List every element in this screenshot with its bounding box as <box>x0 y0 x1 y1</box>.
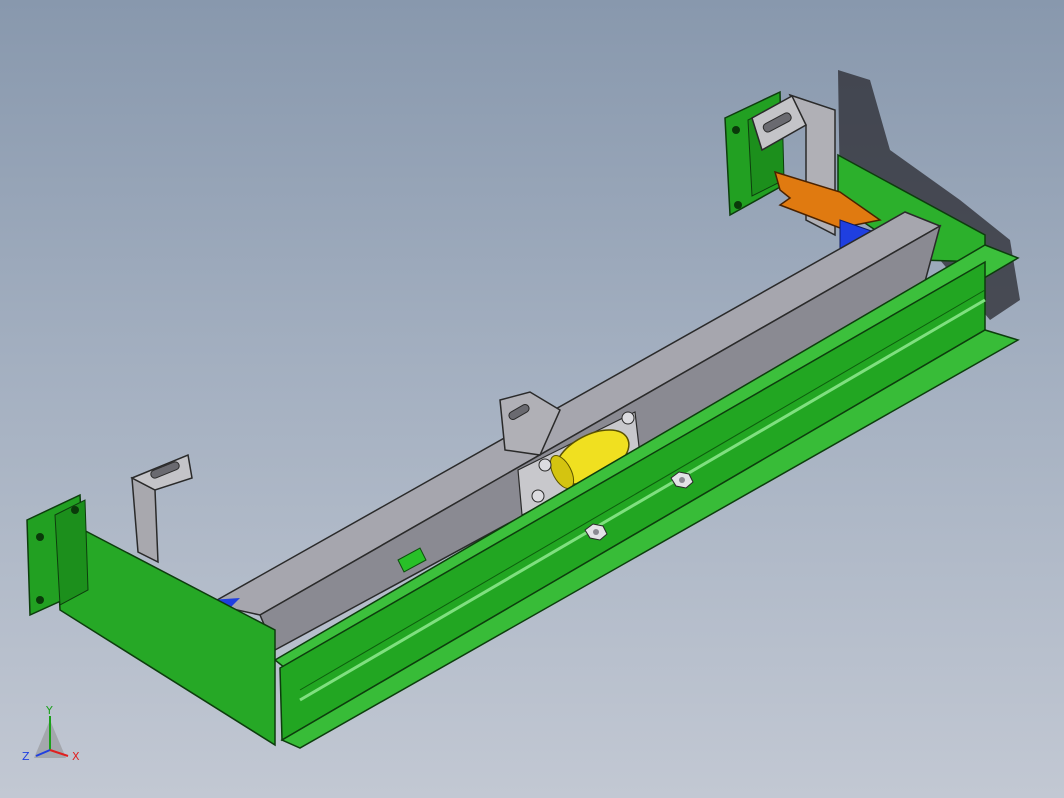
nut <box>621 411 635 425</box>
triad-z-label: Z <box>22 750 30 763</box>
front-channel-web <box>279 260 986 742</box>
bolt-hole <box>732 126 740 134</box>
nut <box>531 489 545 503</box>
view-triad[interactable]: Y Z X <box>14 700 94 780</box>
triad-y-label: Y <box>45 704 53 717</box>
left-bracket <box>131 476 159 564</box>
channel-edge <box>299 289 986 691</box>
graphics-viewport[interactable]: Y Z X <box>0 0 1064 798</box>
triad-x-label: X <box>72 750 80 763</box>
nut <box>538 458 552 472</box>
left-end-plate-face <box>54 499 89 606</box>
bolt-hole <box>36 533 44 541</box>
bolt-hole <box>36 596 44 604</box>
bolt-hole <box>71 506 79 514</box>
bolt-hole <box>734 201 742 209</box>
cad-model[interactable] <box>0 0 1064 798</box>
